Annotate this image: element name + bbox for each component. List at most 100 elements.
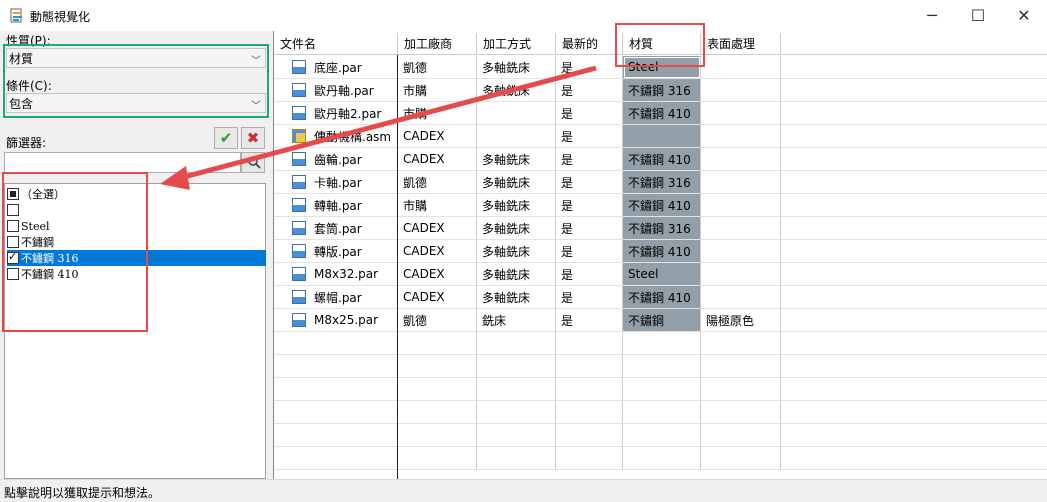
cell-text: 不鏽鋼 (628, 313, 665, 328)
cell-latest[interactable]: 是 (556, 240, 623, 263)
cell-vendor[interactable]: 市購 (398, 79, 477, 102)
cell-surface[interactable] (701, 125, 781, 148)
cell-vendor[interactable]: CADEX (398, 286, 477, 309)
header-vendor[interactable]: 加工廠商 (398, 33, 477, 55)
header-method[interactable]: 加工方式 (477, 33, 556, 55)
cell-surface[interactable] (701, 217, 781, 240)
cell-surface[interactable] (701, 171, 781, 194)
cell-latest[interactable]: 是 (556, 102, 623, 125)
cell-method[interactable]: 多軸銑床 (477, 171, 556, 194)
cell-latest[interactable]: 是 (556, 148, 623, 171)
annotation-highlight-red (2, 172, 148, 332)
header-surface[interactable]: 表面處理 (701, 33, 781, 55)
cell-latest[interactable]: 是 (556, 79, 623, 102)
cell-vendor[interactable]: CADEX (398, 263, 477, 286)
cell-method[interactable]: 多軸銑床 (477, 148, 556, 171)
cell-vendor[interactable]: 凱德 (398, 309, 477, 332)
cell-latest[interactable]: 是 (556, 263, 623, 286)
filter-search-button[interactable] (241, 152, 265, 173)
cell-material[interactable]: Steel (623, 263, 701, 286)
cell-vendor[interactable]: CADEX (398, 125, 477, 148)
cell-file[interactable]: 歐丹軸2.par (274, 102, 398, 125)
cell-surface[interactable] (701, 56, 781, 79)
cell-method[interactable] (477, 125, 556, 148)
cell-method[interactable]: 多軸銑床 (477, 56, 556, 79)
cell-material[interactable]: 不鏽鋼 410 (623, 148, 701, 171)
cell-material[interactable]: 不鏽鋼 316 (623, 217, 701, 240)
cell-latest[interactable]: 是 (556, 217, 623, 240)
cell-surface[interactable] (701, 194, 781, 217)
cell-vendor[interactable]: 市購 (398, 194, 477, 217)
cell-vendor[interactable]: 市購 (398, 102, 477, 125)
cell-file[interactable]: 轉版.par (274, 240, 398, 263)
cell-method[interactable]: 多軸銑床 (477, 286, 556, 309)
cell-latest (556, 424, 623, 447)
cell-text: 不鏽鋼 410 (628, 290, 691, 305)
cell-file[interactable]: M8x32.par (274, 263, 398, 286)
cell-material[interactable]: 不鏽鋼 410 (623, 102, 701, 125)
cell-vendor (398, 401, 477, 424)
cell-vendor[interactable]: CADEX (398, 240, 477, 263)
cell-latest[interactable]: 是 (556, 171, 623, 194)
cell-file[interactable]: 螺帽.par (274, 286, 398, 309)
cell-method[interactable]: 銑床 (477, 309, 556, 332)
cell-method[interactable]: 多軸銑床 (477, 263, 556, 286)
cell-method[interactable]: 多軸銑床 (477, 194, 556, 217)
cell-surface[interactable] (701, 79, 781, 102)
cell-latest[interactable]: 是 (556, 194, 623, 217)
cell-latest (556, 332, 623, 355)
cell-vendor[interactable]: 凱德 (398, 56, 477, 79)
cell-latest[interactable]: 是 (556, 309, 623, 332)
cell-file[interactable]: 套筒.par (274, 217, 398, 240)
cell-text: 是 (561, 175, 574, 190)
header-filename[interactable]: 文件名 (274, 33, 398, 55)
cell-material[interactable]: 不鏽鋼 316 (623, 171, 701, 194)
cell-file[interactable]: 齒輪.par (274, 148, 398, 171)
maximize-button[interactable]: ☐ (955, 0, 1001, 31)
cell-surface[interactable] (701, 102, 781, 125)
cell-surface[interactable] (701, 148, 781, 171)
cell-method[interactable]: 多軸銑床 (477, 240, 556, 263)
header-latest[interactable]: 最新的 (556, 33, 623, 55)
cell-surface[interactable] (701, 286, 781, 309)
cell-text: 多軸銑床 (482, 290, 531, 305)
cell-material[interactable] (623, 125, 701, 148)
apply-filter-button[interactable]: ✔ (214, 127, 238, 149)
close-button[interactable]: ✕ (1001, 0, 1047, 31)
cell-file[interactable]: 轉軸.par (274, 194, 398, 217)
cell-material[interactable]: 不鏽鋼 316 (623, 79, 701, 102)
cell-vendor[interactable]: CADEX (398, 217, 477, 240)
cell-material[interactable]: 不鏽鋼 410 (623, 194, 701, 217)
cell-material[interactable]: 不鏽鋼 410 (623, 240, 701, 263)
cell-latest[interactable]: 是 (556, 56, 623, 79)
cell-vendor (398, 424, 477, 447)
clear-filter-button[interactable]: ✖ (241, 127, 265, 149)
cell-text: 市購 (403, 83, 428, 98)
cell-vendor[interactable]: CADEX (398, 148, 477, 171)
cell-latest[interactable]: 是 (556, 286, 623, 309)
cell-file[interactable]: M8x25.par (274, 309, 398, 332)
cell-file[interactable]: 歐丹軸.par (274, 79, 398, 102)
cell-file[interactable]: 卡軸.par (274, 171, 398, 194)
cell-text: M8x25.par (314, 313, 379, 327)
cell-vendor[interactable]: 凱德 (398, 171, 477, 194)
cell-text: M8x32.par (314, 267, 379, 281)
cell-method (477, 424, 556, 447)
cell-material[interactable]: 不鏽鋼 (623, 309, 701, 332)
minimize-button[interactable]: ─ (909, 0, 955, 31)
filter-search-input[interactable] (4, 152, 241, 173)
cell-text: 齒輪.par (314, 152, 362, 167)
cell-method[interactable]: 多軸銑床 (477, 79, 556, 102)
cell-method (477, 401, 556, 424)
cell-surface[interactable] (701, 263, 781, 286)
cell-material (623, 332, 701, 355)
cell-surface[interactable]: 陽極原色 (701, 309, 781, 332)
cell-surface[interactable] (701, 240, 781, 263)
cell-latest[interactable]: 是 (556, 125, 623, 148)
cell-method[interactable]: 多軸銑床 (477, 217, 556, 240)
cell-method[interactable] (477, 102, 556, 125)
cell-material[interactable]: 不鏽鋼 410 (623, 286, 701, 309)
cell-file (274, 355, 398, 378)
cell-file[interactable]: 底座.par (274, 56, 398, 79)
cell-file[interactable]: 傳動機構.asm (274, 125, 398, 148)
